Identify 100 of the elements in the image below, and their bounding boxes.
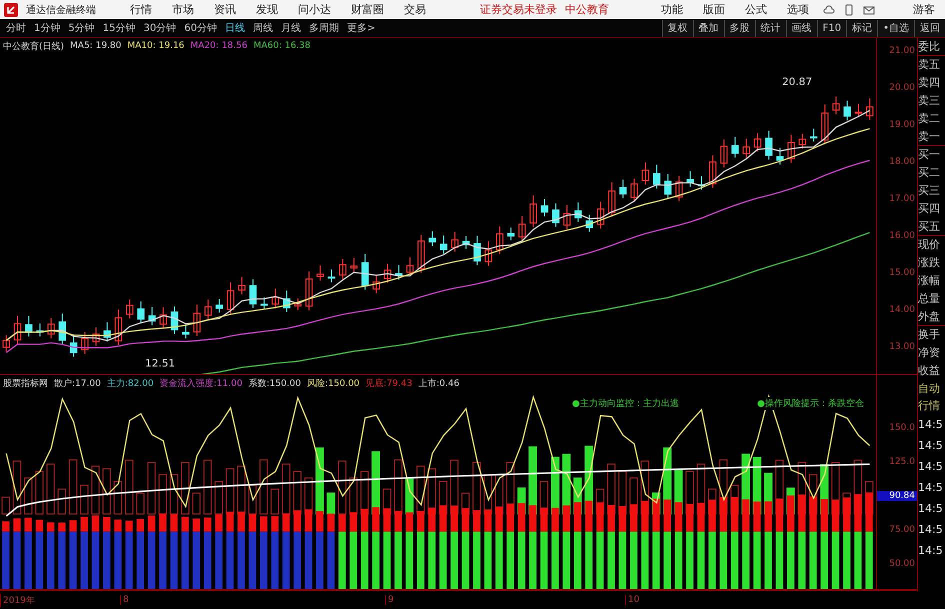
candle (810, 128, 818, 142)
period-tab[interactable]: 5分钟 (64, 21, 99, 35)
candle (350, 258, 358, 272)
quote-label[interactable]: 买二 (918, 164, 945, 182)
candle (137, 301, 145, 324)
candle (260, 297, 268, 310)
quote-label[interactable]: 委比 (918, 38, 945, 56)
toolbar-button[interactable]: 多股 (724, 20, 755, 36)
candle (418, 234, 425, 273)
moving-average-value: MA60: 16.38 (253, 41, 310, 51)
toolbar-button[interactable]: 复权 (662, 20, 693, 36)
menu-item[interactable]: 问小达 (298, 2, 331, 17)
toolbar-button[interactable]: 统计 (754, 20, 786, 36)
mode-label[interactable]: 自动 (918, 380, 945, 397)
mail-icon[interactable] (863, 4, 875, 16)
quote-label[interactable]: 买五 (918, 218, 945, 236)
candle (474, 236, 481, 266)
quote-label[interactable]: 卖四 (918, 74, 945, 92)
quote-label[interactable]: 卖二 (918, 110, 945, 128)
status-notice: 中公教育 (565, 2, 609, 17)
candle (339, 259, 346, 280)
period-tab[interactable]: 分时 (2, 21, 30, 35)
menu-item[interactable]: 财富圈 (351, 2, 384, 17)
signal-note: ●主力动向监控：主力出逃 (570, 397, 681, 410)
mode-label[interactable]: 行情 (918, 397, 945, 414)
period-tab[interactable]: 多周期 (304, 21, 343, 35)
toolbar-button[interactable]: 画线 (786, 20, 817, 36)
candle (832, 96, 840, 114)
quote-label[interactable]: 卖五 (918, 56, 945, 74)
menu-item[interactable]: 市场 (172, 2, 194, 17)
candle (496, 226, 504, 254)
quote-label[interactable]: 外盘 (918, 308, 945, 326)
trade-time: 14:5 (918, 543, 944, 559)
candle (720, 140, 728, 168)
chart-title: 中公教育(日线) (3, 40, 64, 52)
menu-item[interactable]: 行情 (130, 2, 152, 17)
quote-label[interactable]: 卖三 (918, 92, 945, 110)
candle (776, 148, 784, 164)
toolbar-button[interactable]: 标记 (846, 20, 878, 36)
toolbar-button[interactable]: F10 (816, 20, 846, 36)
menu-item[interactable]: 公式 (745, 2, 767, 17)
period-tab[interactable]: 1分钟 (30, 21, 64, 35)
quote-label[interactable]: 换手 (918, 326, 945, 344)
candle (92, 327, 100, 346)
quote-label[interactable]: 净资 (918, 344, 945, 362)
toolbar-button[interactable]: 返回 (914, 20, 945, 36)
candle (2, 335, 10, 352)
toolbar-button[interactable]: •自选 (877, 20, 914, 36)
quote-label[interactable]: 卖一 (918, 128, 945, 146)
quote-label[interactable]: 现价 (918, 236, 945, 254)
price-axis-label: 16.00 (888, 231, 916, 241)
candle (731, 136, 739, 158)
candle (675, 176, 683, 202)
menu-item[interactable]: 功能 (661, 2, 683, 17)
candle (36, 324, 44, 336)
low-price-label: 12.51 (145, 358, 176, 370)
quote-label[interactable]: 总量 (918, 290, 945, 308)
quote-label[interactable]: 买四 (918, 200, 945, 218)
candle (126, 300, 134, 318)
menu-item[interactable]: 选项 (787, 2, 809, 17)
menu-item[interactable]: 发现 (256, 2, 278, 17)
candle (844, 100, 851, 120)
indicator-axis-label: 90.84 (877, 491, 917, 501)
signal-note: ●操作风险提示：杀跌空仓 (755, 397, 866, 410)
quote-label[interactable]: 涨跌 (918, 254, 945, 272)
period-tab[interactable]: 月线 (276, 21, 305, 35)
menu-item[interactable]: 资讯 (214, 2, 236, 17)
status-notice: 证券交易未登录 (480, 2, 557, 17)
period-tab[interactable]: 60分钟 (180, 21, 221, 35)
menu-item[interactable]: 交易 (404, 2, 426, 17)
indicator-value: 系数:150.00 (248, 378, 301, 390)
period-tab[interactable]: 日线 (220, 21, 249, 35)
candle (193, 304, 201, 336)
period-tab[interactable]: 周线 (248, 21, 277, 35)
price-axis-label: 18.00 (888, 157, 916, 167)
phone-icon[interactable] (843, 4, 855, 16)
app-logo (4, 2, 18, 16)
quote-label[interactable]: 买三 (918, 182, 945, 200)
price-axis-label: 21.00 (888, 46, 916, 56)
candle (204, 300, 212, 320)
menu-item[interactable]: 版面 (703, 2, 725, 17)
period-tab[interactable]: 30分钟 (139, 21, 180, 35)
indicator-value: 上市:0.46 (418, 378, 460, 390)
quote-label[interactable]: 收益 (918, 362, 945, 380)
cloud-icon[interactable] (823, 4, 835, 16)
toolbar-button[interactable]: 叠加 (692, 20, 724, 36)
period-tab[interactable]: 更多> (342, 21, 380, 35)
indicator-value: 资金流入强度:11.00 (160, 378, 242, 390)
candle (328, 270, 336, 282)
candle (238, 277, 246, 294)
trade-time: 14:5 (918, 459, 944, 475)
candle (58, 314, 66, 344)
candle (216, 298, 224, 313)
user-label[interactable]: 游客 (913, 2, 935, 17)
candle (507, 228, 515, 240)
quote-label[interactable]: 涨幅 (918, 272, 945, 290)
period-tab[interactable]: 15分钟 (98, 21, 140, 35)
quote-label[interactable]: 买一 (918, 146, 945, 164)
candle (14, 316, 22, 344)
candle (596, 202, 604, 228)
